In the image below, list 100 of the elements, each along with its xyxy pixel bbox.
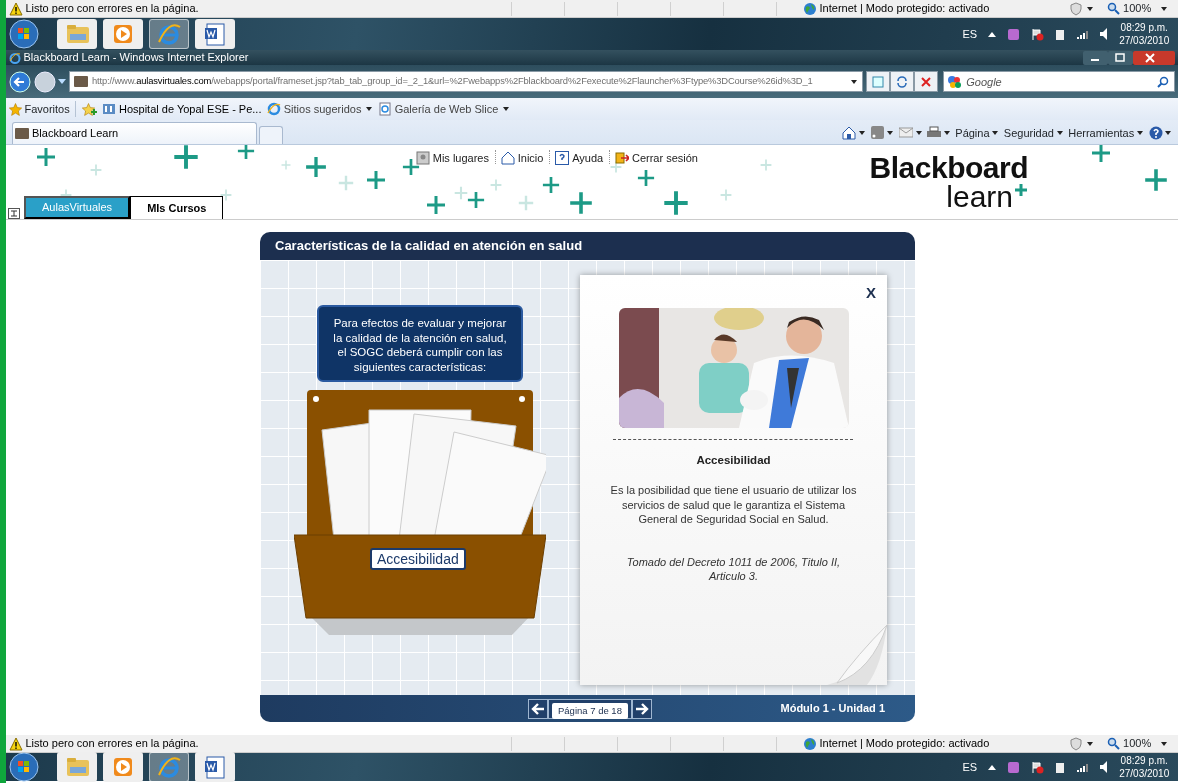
address-field[interactable]: http://www.aulasvirtuales.com/webapps/portal/frameset.jsp?tab_tab_group_id=_2_1&url=%2Fwebapps%2Fblackboard%2Fexecute%2Flauncher%3Ftype%3DCourse%26id%3D_1 — [69, 71, 863, 92]
caret-icon — [1137, 131, 1143, 135]
site-icon — [74, 76, 88, 87]
forward-button[interactable] — [33, 70, 56, 93]
favorite-link[interactable]: Hospital de Yopal ESE - Pe... — [102, 100, 262, 118]
taskbar-app[interactable] — [56, 19, 97, 49]
next-button[interactable] — [631, 698, 652, 719]
help-icon[interactable] — [1148, 126, 1163, 140]
taskbar-app[interactable] — [194, 19, 235, 49]
taskbar-app[interactable] — [102, 752, 143, 782]
portal-link[interactable]: Inicio — [501, 150, 544, 167]
volume-icon[interactable] — [1100, 28, 1109, 40]
signal-icon[interactable] — [1077, 762, 1090, 772]
show-hidden-icon[interactable] — [988, 31, 997, 37]
caret-icon[interactable] — [915, 131, 922, 135]
taskbar-app[interactable] — [102, 19, 143, 49]
site-icon — [15, 128, 30, 139]
document-icon — [202, 22, 227, 46]
add-favorite-icon[interactable] — [81, 102, 97, 116]
portal-link[interactable]: Mis lugares — [416, 150, 489, 167]
hospital-icon — [102, 102, 117, 116]
close-button[interactable]: X — [866, 282, 876, 305]
back-button[interactable] — [8, 70, 31, 93]
caret-icon[interactable] — [943, 131, 950, 135]
zoom-icon — [1107, 737, 1121, 750]
expand-icon[interactable] — [8, 208, 20, 219]
zone-label: Internet | Modo protegido: activado — [819, 736, 990, 752]
browser-icon — [156, 755, 181, 779]
close-icon — [919, 75, 932, 88]
page-curl-drawing — [827, 625, 887, 685]
start-button[interactable] — [8, 19, 39, 49]
window-title: Blackboard Learn - Windows Internet Explorer — [23, 50, 249, 66]
page-icon — [377, 102, 392, 116]
favorite-link[interactable]: Galería de Web Slice — [377, 100, 510, 118]
taskbar-app[interactable] — [194, 752, 235, 782]
maximize-button[interactable] — [1108, 50, 1134, 65]
plus-icon — [1014, 183, 1028, 197]
places-icon — [416, 151, 430, 166]
start-button[interactable] — [8, 752, 39, 782]
caret-icon[interactable] — [1087, 6, 1094, 11]
caret-icon[interactable] — [887, 131, 894, 135]
stop-button[interactable] — [913, 71, 938, 92]
browser-icon — [156, 22, 181, 46]
signal-icon[interactable] — [1077, 29, 1090, 39]
taskbar-app[interactable] — [148, 19, 189, 49]
zoom-button[interactable]: 100% — [1107, 0, 1168, 17]
caret-icon[interactable] — [859, 131, 866, 135]
folder-icon — [64, 22, 89, 46]
help-icon — [555, 151, 570, 166]
portal-link[interactable]: Ayuda — [555, 150, 604, 167]
clock[interactable]: 08:29 p.m. 27/03/2010 — [1119, 21, 1170, 47]
search-field[interactable]: Google — [943, 71, 1176, 92]
category-label[interactable]: Accesibilidad — [370, 548, 466, 570]
language-indicator[interactable]: ES — [962, 758, 978, 776]
compatibility-button[interactable] — [865, 71, 890, 92]
globe-icon — [802, 736, 817, 751]
volume-icon[interactable] — [1100, 761, 1109, 773]
home-icon[interactable] — [842, 126, 857, 140]
favorites-button[interactable]: Favoritos — [8, 100, 70, 118]
module-label: Módulo 1 - Unidad 1 — [780, 701, 885, 717]
taskbar-app[interactable] — [56, 752, 97, 782]
portal-tab[interactable]: MIs Cursos — [130, 196, 224, 219]
instruction-text: Para efectos de evaluar y mejorar la calidad de la atención en salud, el SOGC deberá cumplir con las siguientes características: — [317, 305, 523, 382]
search-provider-icon — [947, 75, 962, 89]
history-dropdown-icon[interactable] — [58, 78, 67, 85]
refresh-icon — [895, 75, 908, 88]
search-icon[interactable] — [1157, 76, 1170, 88]
minimize-button[interactable] — [1083, 50, 1109, 65]
refresh-button[interactable] — [889, 71, 914, 92]
flag-icon[interactable] — [1031, 760, 1045, 774]
note-icon[interactable] — [1007, 27, 1021, 41]
show-hidden-icon[interactable] — [988, 764, 997, 770]
portal-link[interactable]: Cerrar sesión — [615, 150, 698, 167]
flag-icon[interactable] — [1031, 27, 1045, 41]
lesson-title: Características de la calidad en atención en salud — [260, 232, 915, 260]
status-message: Listo pero con errores en la página. — [25, 1, 199, 17]
command-menu[interactable]: Página — [955, 124, 999, 142]
status-message: Listo pero con errores en la página. — [25, 736, 199, 752]
close-button[interactable] — [1133, 50, 1176, 65]
print-icon[interactable] — [927, 126, 942, 140]
favorite-link[interactable]: Sitios sugeridos — [267, 100, 373, 118]
language-indicator[interactable]: ES — [962, 25, 978, 43]
star-icon — [8, 102, 22, 116]
zoom-button[interactable]: 100% — [1107, 735, 1168, 752]
browser-tab[interactable]: Blackboard Learn — [11, 122, 257, 144]
caret-icon — [992, 131, 999, 135]
clock[interactable]: 08:29 p.m. 27/03/2010 — [1119, 754, 1170, 780]
caret-icon — [1056, 131, 1063, 135]
command-menu[interactable]: Seguridad — [1003, 124, 1063, 142]
folder-icon — [64, 755, 89, 779]
caret-icon[interactable] — [1087, 741, 1094, 746]
note-icon[interactable] — [1007, 760, 1021, 774]
taskbar-app[interactable] — [148, 752, 189, 782]
previous-button[interactable] — [528, 698, 548, 719]
caret-icon[interactable] — [851, 79, 857, 84]
caret-icon[interactable] — [1165, 131, 1172, 135]
caret-icon — [1161, 6, 1168, 11]
citation-text: Tomado del Decreto 1011 de 2006, Titulo II, Articulo 3. — [625, 554, 842, 584]
command-menu[interactable]: Herramientas — [1068, 124, 1143, 142]
logo-text: learn — [946, 183, 1013, 211]
